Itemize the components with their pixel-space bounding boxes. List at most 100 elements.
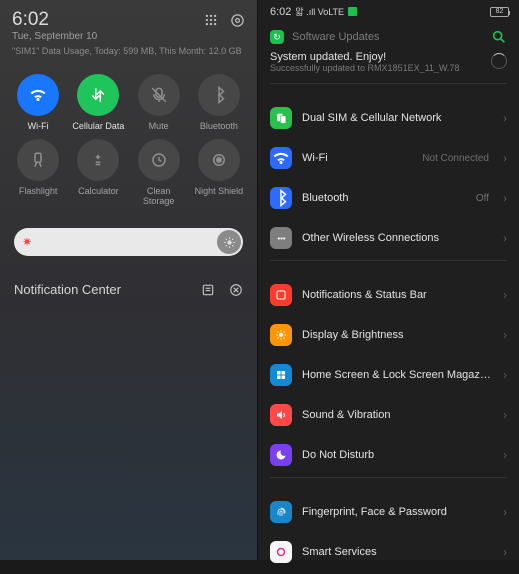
- qs-tile-label: Mute: [149, 121, 169, 131]
- qs-tile-data[interactable]: Cellular Data: [70, 74, 126, 131]
- chevron-right-icon: ›: [503, 191, 507, 205]
- dnd-icon: [270, 444, 292, 466]
- wifi-icon: [17, 74, 59, 116]
- quick-settings-grid: Wi-Fi Cellular Data Mute Bluetooth Flashligh…: [0, 66, 257, 218]
- chevron-right-icon: ›: [503, 545, 507, 559]
- qs-tile-label: Night Shield: [195, 186, 244, 196]
- data-icon: [77, 74, 119, 116]
- clear-all-icon[interactable]: [229, 283, 243, 297]
- chevron-right-icon: ›: [503, 368, 507, 382]
- setting-item-label: Dual SIM & Cellular Network: [302, 112, 493, 124]
- brightness-sun-min-icon: ✷: [22, 235, 32, 249]
- qs-tile-label: Wi-Fi: [28, 121, 49, 131]
- flash-icon: [17, 139, 59, 181]
- qs-tile-flash[interactable]: Flashlight: [10, 139, 66, 206]
- wifi-icon: [270, 147, 292, 169]
- setting-item-notif[interactable]: Notifications & Status Bar ›: [258, 275, 519, 315]
- setting-item-label: Smart Services: [302, 546, 493, 558]
- qs-tile-calc[interactable]: Calculator: [70, 139, 126, 206]
- clock-time: 6:02: [12, 10, 97, 29]
- settings-screen: 6:02 앏 .ıll VoLTE 82 ↻ Software Updates …: [258, 0, 519, 560]
- status-bar: 6:02 앏 .ıll VoLTE 82: [258, 0, 519, 21]
- status-signal-icons: 앏 .ıll VoLTE: [295, 5, 344, 18]
- brightness-row: ✷: [0, 218, 257, 270]
- setting-item-dnd[interactable]: Do Not Disturb›: [258, 435, 519, 475]
- setting-item-note: Off: [476, 193, 489, 204]
- chevron-right-icon: ›: [503, 328, 507, 342]
- setting-group: Dual SIM & Cellular Network › Wi-Fi Not Con…: [258, 96, 519, 260]
- setting-item-other[interactable]: Other Wireless Connections›: [258, 218, 519, 258]
- update-headline: System updated. Enjoy!: [270, 51, 485, 63]
- qs-tile-label: Cellular Data: [72, 121, 124, 131]
- setting-item-bt[interactable]: Bluetooth Off ›: [258, 178, 519, 218]
- manage-icon[interactable]: [201, 283, 215, 297]
- setting-item-label: Fingerprint, Face & Password: [302, 506, 493, 518]
- qs-tile-clean[interactable]: Clean Storage: [131, 139, 187, 206]
- chevron-right-icon: ›: [503, 448, 507, 462]
- mute-icon: [138, 74, 180, 116]
- fingerprint-icon: [270, 501, 292, 523]
- chevron-right-icon: ›: [503, 408, 507, 422]
- update-app-label: Software Updates: [292, 31, 379, 43]
- clean-icon: [138, 139, 180, 181]
- setting-item-fingerprint[interactable]: Fingerprint, Face & Password ›: [258, 492, 519, 532]
- setting-item-brightness[interactable]: Display & Brightness ›: [258, 315, 519, 355]
- qs-tile-night[interactable]: Night Shield: [191, 139, 247, 206]
- setting-item-label: Sound & Vibration: [302, 409, 493, 421]
- status-data-icon: [348, 7, 357, 16]
- setting-item-label: Notifications & Status Bar: [302, 289, 493, 301]
- notification-center-label: Notification Center: [14, 282, 121, 297]
- quick-settings-panel: 6:02 Tue, September 10 "SIM1" Data Usage…: [0, 0, 258, 560]
- setting-item-smart[interactable]: Smart Services ›: [258, 532, 519, 572]
- qs-tile-label: Clean Storage: [131, 186, 187, 206]
- battery-icon: 82: [490, 7, 509, 17]
- qs-tile-mute[interactable]: Mute: [131, 74, 187, 131]
- brightness-icon: [270, 324, 292, 346]
- bt-icon: [270, 187, 292, 209]
- qs-tile-label: Flashlight: [19, 186, 58, 196]
- setting-item-label: Home Screen & Lock Screen Magazine: [302, 369, 493, 381]
- clock-date: Tue, September 10: [12, 31, 97, 42]
- settings-gear-icon[interactable]: [229, 12, 245, 28]
- setting-group: Notifications & Status Bar›Display & Bri…: [258, 273, 519, 477]
- progress-spinner-icon: [491, 53, 507, 69]
- notification-center-row: Notification Center: [0, 270, 257, 309]
- chevron-right-icon: ›: [503, 151, 507, 165]
- setting-group: Fingerprint, Face & Password›Smart Servi…: [258, 490, 519, 574]
- setting-item-label: Bluetooth: [302, 192, 466, 204]
- home-icon: [270, 364, 292, 386]
- software-updates-header: ↻ Software Updates: [258, 21, 519, 49]
- software-update-card[interactable]: System updated. Enjoy! Successfully upda…: [258, 49, 519, 83]
- night-icon: [198, 139, 240, 181]
- update-app-icon: ↻: [270, 30, 284, 44]
- setting-item-sound[interactable]: Sound & Vibration ›: [258, 395, 519, 435]
- brightness-slider[interactable]: ✷: [14, 228, 243, 256]
- qs-tile-label: Calculator: [78, 186, 119, 196]
- qs-tile-bt[interactable]: Bluetooth: [191, 74, 247, 131]
- setting-item-label: Other Wireless Connections: [302, 232, 493, 244]
- setting-item-note: Not Connected: [422, 153, 489, 164]
- auto-brightness-icon[interactable]: [217, 230, 241, 254]
- grid-icon[interactable]: [203, 12, 219, 28]
- status-time: 6:02: [270, 6, 291, 18]
- sound-icon: [270, 404, 292, 426]
- setting-item-home[interactable]: Home Screen & Lock Screen Magazine ›: [258, 355, 519, 395]
- setting-item-wifi[interactable]: Wi-Fi Not Connected ›: [258, 138, 519, 178]
- chevron-right-icon: ›: [503, 111, 507, 125]
- update-detail: Successfully updated to RMX1851EX_11_W.7…: [270, 63, 485, 73]
- setting-item-label: Wi-Fi: [302, 152, 412, 164]
- qs-tile-wifi[interactable]: Wi-Fi: [10, 74, 66, 131]
- calc-icon: [77, 139, 119, 181]
- setting-item-dual-sim[interactable]: Dual SIM & Cellular Network ›: [258, 98, 519, 138]
- chevron-right-icon: ›: [503, 505, 507, 519]
- settings-list: Dual SIM & Cellular Network › Wi-Fi Not Con…: [258, 83, 519, 574]
- setting-item-label: Display & Brightness: [302, 329, 493, 341]
- chevron-right-icon: ›: [503, 288, 507, 302]
- search-icon[interactable]: [491, 29, 507, 45]
- other-icon: [270, 227, 292, 249]
- status-row: 6:02 Tue, September 10: [0, 0, 257, 46]
- dual-sim-icon: [270, 107, 292, 129]
- qs-tile-label: Bluetooth: [200, 121, 238, 131]
- sim-data-usage: "SIM1" Data Usage, Today: 599 MB, This M…: [0, 46, 257, 66]
- bt-icon: [198, 74, 240, 116]
